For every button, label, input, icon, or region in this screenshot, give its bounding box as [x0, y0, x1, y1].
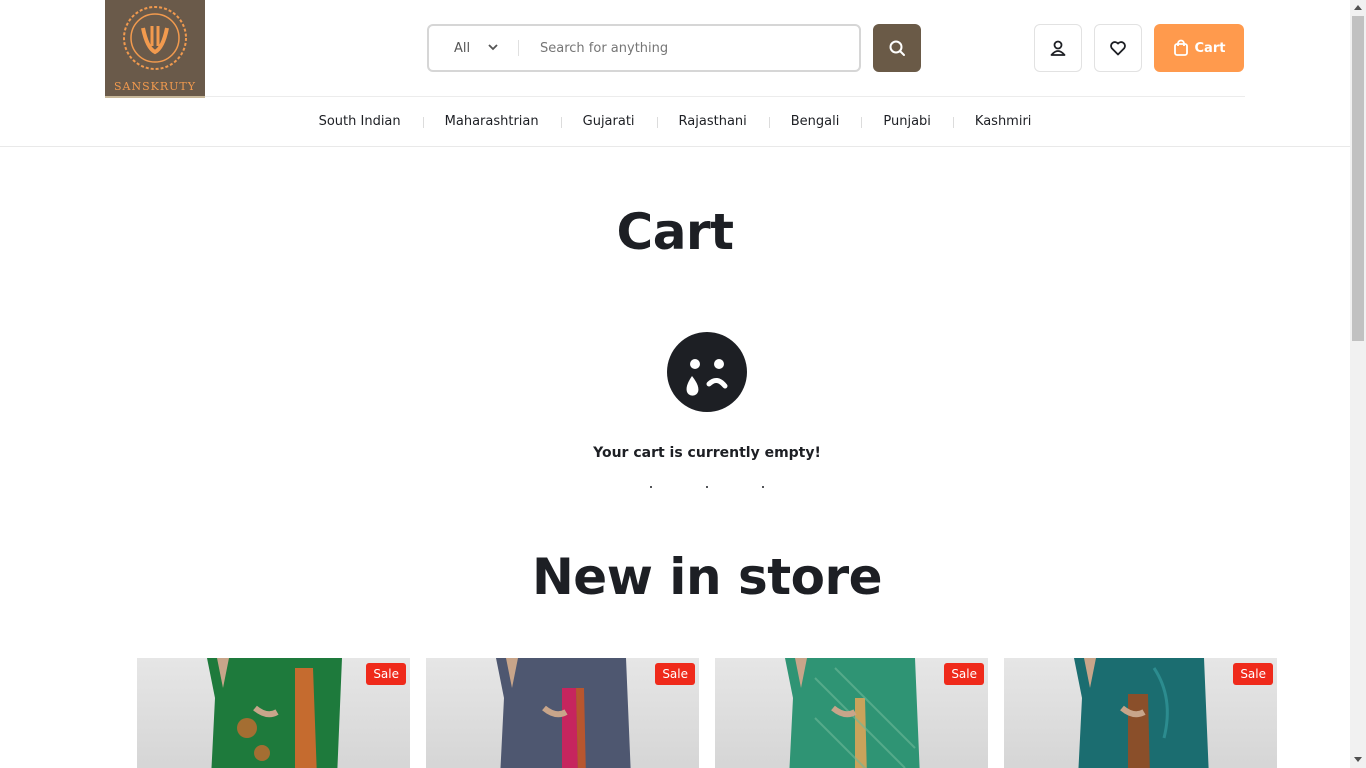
cart-button[interactable]: Cart — [1154, 24, 1244, 72]
scrollbar-thumb[interactable] — [1352, 16, 1364, 341]
logo-emblem-icon — [123, 6, 187, 70]
loading-dots — [0, 486, 1366, 488]
search-button[interactable] — [873, 24, 921, 72]
account-button[interactable] — [1034, 24, 1082, 72]
search-bar: All — [427, 24, 861, 72]
logo-wordmark: SANSKRUTY — [113, 80, 196, 93]
page-title: Cart — [616, 203, 735, 261]
nav-item-maharashtrian[interactable]: Maharashtrian — [422, 113, 561, 131]
search-category-select[interactable]: All — [429, 26, 519, 70]
scroll-down-arrow-icon[interactable] — [1354, 757, 1362, 762]
dot — [706, 486, 708, 488]
product-card[interactable]: Sale — [1004, 658, 1277, 768]
sale-badge: Sale — [944, 663, 984, 685]
dot — [650, 486, 652, 488]
chevron-down-icon — [488, 44, 498, 51]
sale-badge: Sale — [1233, 663, 1273, 685]
wishlist-button[interactable] — [1094, 24, 1142, 72]
product-card[interactable]: Sale — [137, 658, 410, 768]
site-header: SANSKRUTY All Cart — [0, 0, 1350, 147]
nav-item-south-indian[interactable]: South Indian — [297, 113, 423, 131]
product-card[interactable]: Sale — [715, 658, 988, 768]
sale-badge: Sale — [366, 663, 406, 685]
search-divider — [518, 40, 519, 56]
header-divider — [205, 96, 1245, 97]
nav-item-punjabi[interactable]: Punjabi — [861, 113, 953, 131]
nav-item-kashmiri[interactable]: Kashmiri — [952, 113, 1054, 131]
nav-item-rajasthani[interactable]: Rajasthani — [656, 113, 769, 131]
nav-item-bengali[interactable]: Bengali — [768, 113, 862, 131]
section-title: New in store — [531, 548, 883, 606]
sad-face-icon — [667, 332, 747, 412]
sale-badge: Sale — [655, 663, 695, 685]
scroll-up-arrow-icon[interactable] — [1354, 5, 1362, 10]
shopping-bag-icon — [1173, 39, 1188, 56]
nav-item-gujarati[interactable]: Gujarati — [560, 113, 657, 131]
empty-cart-message: Your cart is currently empty! — [593, 445, 821, 461]
user-icon — [1050, 40, 1066, 56]
search-icon — [889, 40, 905, 56]
search-category-value: All — [454, 40, 471, 56]
cart-button-label: Cart — [1194, 40, 1226, 56]
product-card[interactable]: Sale — [426, 658, 699, 768]
search-input[interactable] — [525, 28, 855, 68]
product-grid: Sale Sale Sale Sale — [137, 658, 1277, 768]
brand-logo[interactable]: SANSKRUTY — [105, 0, 205, 98]
category-nav: South Indian Maharashtrian Gujarati Raja… — [0, 113, 1350, 131]
heart-icon — [1110, 41, 1126, 56]
dot — [762, 486, 764, 488]
